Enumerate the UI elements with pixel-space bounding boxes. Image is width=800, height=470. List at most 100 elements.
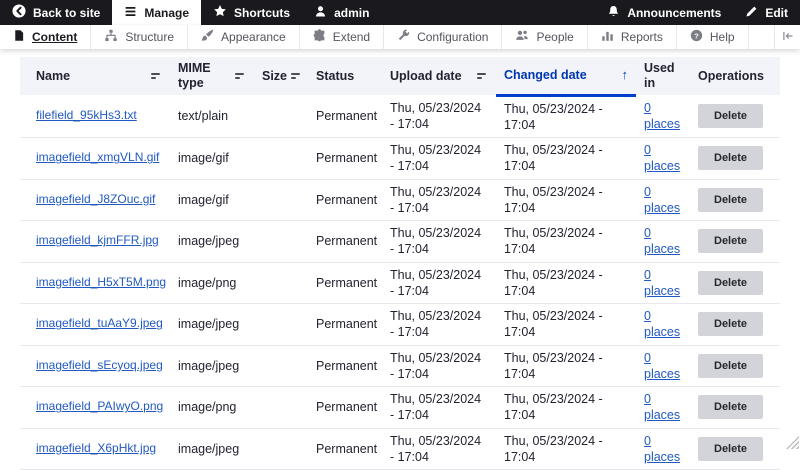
size-cell bbox=[254, 220, 308, 263]
back-to-site-button[interactable]: Back to site bbox=[0, 0, 112, 25]
upload-date-cell: Thu, 05/23/2024 - 17:04 bbox=[382, 179, 496, 221]
delete-button[interactable]: Delete bbox=[698, 270, 764, 295]
changed-date-cell: Thu, 05/23/2024 - 17:04 bbox=[496, 428, 636, 470]
tab-content[interactable]: Content bbox=[0, 25, 92, 49]
tab-people[interactable]: People bbox=[502, 25, 588, 49]
files-table-body: filefield_95kHs3.txt text/plain Permanen… bbox=[20, 95, 780, 470]
tab-appearance-label: Appearance bbox=[221, 30, 286, 44]
status-cell: Permanent bbox=[308, 428, 382, 470]
file-link[interactable]: filefield_95kHs3.txt bbox=[36, 108, 137, 122]
delete-button[interactable]: Delete bbox=[698, 353, 764, 378]
star-icon bbox=[213, 4, 227, 21]
delete-button[interactable]: Delete bbox=[698, 395, 764, 420]
tab-reports[interactable]: Reports bbox=[588, 25, 677, 49]
delete-button[interactable]: Delete bbox=[698, 104, 764, 128]
delete-button[interactable]: Delete bbox=[698, 436, 764, 461]
file-link[interactable]: imagefield_X6pHkt.jpg bbox=[36, 441, 156, 455]
upload-date-cell: Thu, 05/23/2024 - 17:04 bbox=[382, 345, 496, 387]
tab-configuration[interactable]: Configuration bbox=[384, 25, 503, 49]
used-in-link[interactable]: 0 places bbox=[644, 433, 682, 466]
size-cell bbox=[254, 95, 308, 138]
admin-toolbar: Back to site Manage Shortcuts admin Anno… bbox=[0, 0, 800, 25]
tab-reports-label: Reports bbox=[620, 30, 663, 44]
used-in-link[interactable]: 0 places bbox=[644, 308, 682, 341]
manage-tab[interactable]: Manage bbox=[112, 0, 202, 25]
column-header-changed-date[interactable]: Changed date ↑ bbox=[496, 57, 636, 97]
status-header-label: Status bbox=[316, 68, 355, 83]
changed-date-cell: Thu, 05/23/2024 - 17:04 bbox=[496, 345, 636, 387]
used-in-link[interactable]: 0 places bbox=[644, 225, 682, 258]
mime-header-label: MIME type bbox=[178, 61, 211, 90]
file-link[interactable]: imagefield_J8ZOuc.gif bbox=[36, 192, 155, 206]
file-link[interactable]: imagefield_PAIwyO.png bbox=[36, 399, 163, 413]
status-cell: Permanent bbox=[308, 179, 382, 221]
used-in-link[interactable]: 0 places bbox=[644, 391, 682, 424]
used-in-link[interactable]: 0 places bbox=[644, 100, 682, 133]
edit-button[interactable]: Edit bbox=[733, 0, 800, 25]
status-cell: Permanent bbox=[308, 386, 382, 429]
column-header-name[interactable]: Name bbox=[20, 57, 170, 95]
changed-date-cell: Thu, 05/23/2024 - 17:04 bbox=[496, 220, 636, 263]
svg-text:?: ? bbox=[694, 31, 699, 40]
delete-button[interactable]: Delete bbox=[698, 229, 764, 254]
file-link[interactable]: imagefield_tuAaY9.jpeg bbox=[36, 316, 163, 330]
sort-icon bbox=[291, 73, 301, 79]
changed-date-cell: Thu, 05/23/2024 - 17:04 bbox=[496, 303, 636, 346]
file-link[interactable]: imagefield_sEcyoq.jpeg bbox=[36, 358, 163, 372]
collapse-left-icon bbox=[782, 30, 794, 45]
tab-structure[interactable]: Structure bbox=[91, 25, 189, 49]
used-in-link[interactable]: 0 places bbox=[644, 267, 682, 300]
status-cell: Permanent bbox=[308, 220, 382, 263]
mime-type-cell: text/plain bbox=[170, 95, 254, 138]
upload-date-header-label: Upload date bbox=[390, 68, 462, 83]
tab-configuration-label: Configuration bbox=[417, 30, 489, 44]
name-cell: imagefield_X6pHkt.jpg bbox=[20, 428, 170, 470]
delete-button[interactable]: Delete bbox=[698, 146, 764, 171]
sitemap-icon bbox=[104, 29, 118, 45]
name-cell: imagefield_J8ZOuc.gif bbox=[20, 179, 170, 221]
column-header-upload-date[interactable]: Upload date bbox=[382, 57, 496, 95]
status-cell: Permanent bbox=[308, 95, 382, 138]
changed-date-cell: Thu, 05/23/2024 - 17:04 bbox=[496, 179, 636, 221]
tab-appearance[interactable]: Appearance bbox=[188, 25, 300, 49]
file-link[interactable]: imagefield_xmgVLN.gif bbox=[36, 150, 159, 164]
operations-cell: Delete bbox=[690, 345, 780, 387]
used-in-link[interactable]: 0 places bbox=[644, 184, 682, 217]
delete-button[interactable]: Delete bbox=[698, 312, 764, 337]
used-in-cell: 0 places bbox=[636, 262, 690, 304]
shortcuts-tab[interactable]: Shortcuts bbox=[201, 0, 302, 25]
pencil-icon bbox=[745, 5, 758, 21]
sort-icon bbox=[151, 73, 160, 79]
announcements-button[interactable]: Announcements bbox=[595, 0, 733, 25]
status-cell: Permanent bbox=[308, 137, 382, 180]
used-in-link[interactable]: 0 places bbox=[644, 142, 682, 175]
delete-button[interactable]: Delete bbox=[698, 187, 764, 212]
file-link[interactable]: imagefield_H5xT5M.png bbox=[36, 275, 166, 289]
tab-extend[interactable]: Extend bbox=[300, 25, 385, 49]
status-cell: Permanent bbox=[308, 303, 382, 346]
tab-structure-label: Structure bbox=[125, 30, 175, 44]
used-in-link[interactable]: 0 places bbox=[644, 350, 682, 383]
column-header-status: Status bbox=[308, 57, 382, 95]
status-cell: Permanent bbox=[308, 262, 382, 304]
table-row: imagefield_J8ZOuc.gif image/gif Permanen… bbox=[20, 179, 780, 221]
column-header-mime-type[interactable]: MIME type bbox=[170, 57, 254, 95]
file-link[interactable]: imagefield_kjmFFR.jpg bbox=[36, 233, 159, 247]
size-cell bbox=[254, 303, 308, 346]
user-icon bbox=[314, 5, 327, 21]
toolbar-orientation-toggle[interactable] bbox=[774, 25, 800, 49]
resize-handle[interactable] bbox=[786, 436, 799, 449]
size-cell bbox=[254, 386, 308, 429]
edit-label: Edit bbox=[765, 5, 788, 20]
operations-cell: Delete bbox=[690, 428, 780, 470]
help-circle-icon: ? bbox=[690, 29, 703, 45]
column-header-size[interactable]: Size bbox=[254, 57, 308, 95]
tab-help[interactable]: ? Help bbox=[677, 25, 749, 49]
table-row: filefield_95kHs3.txt text/plain Permanen… bbox=[20, 95, 780, 138]
table-row: imagefield_tuAaY9.jpeg image/jpeg Perman… bbox=[20, 303, 780, 346]
table-row: imagefield_H5xT5M.png image/png Permanen… bbox=[20, 262, 780, 304]
admin-user-tab[interactable]: admin bbox=[302, 0, 381, 25]
used-in-cell: 0 places bbox=[636, 179, 690, 221]
upload-date-cell: Thu, 05/23/2024 - 17:04 bbox=[382, 428, 496, 470]
